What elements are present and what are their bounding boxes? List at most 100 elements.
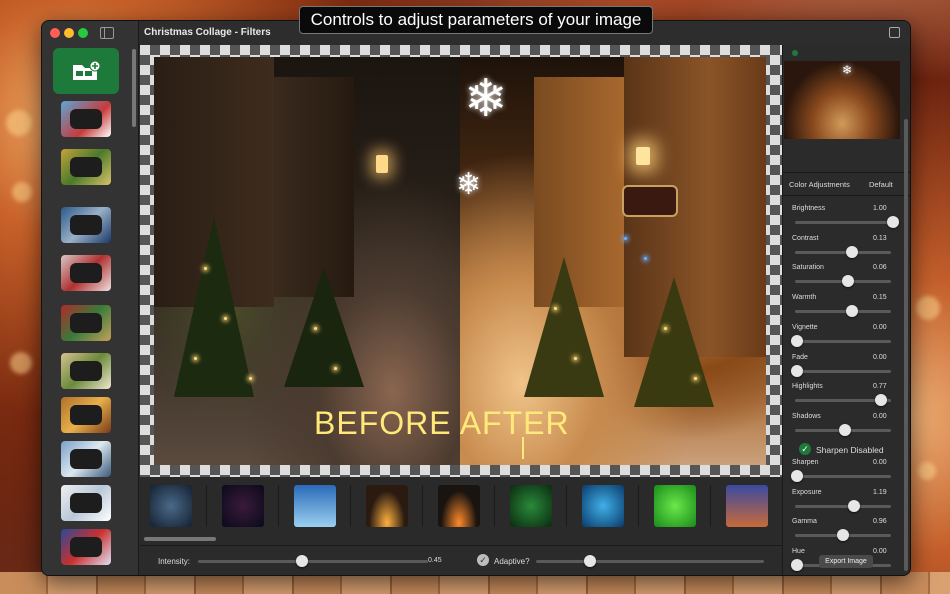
street-lamp — [636, 147, 650, 165]
checkmark-icon: ✓ — [799, 443, 811, 455]
tree-light — [224, 317, 227, 320]
snowflake-icon: ❄ — [464, 70, 508, 128]
frame-thumbnail[interactable] — [61, 485, 111, 521]
filter-thumbnail[interactable] — [510, 485, 552, 527]
slider-knob[interactable] — [841, 275, 854, 288]
add-frame-button[interactable] — [53, 48, 119, 94]
bokeh-light — [6, 110, 32, 136]
street-photo[interactable]: ❄ ❄ BEFORE AFTER — [154, 57, 766, 465]
slider-label: Highlights — [792, 383, 823, 391]
slider-track[interactable] — [795, 369, 891, 373]
frame-thumbnail[interactable] — [61, 255, 111, 291]
filter-divider — [638, 485, 639, 527]
slider-label: Sharpen — [792, 459, 819, 466]
filter-thumbnail[interactable] — [222, 485, 264, 527]
filter-thumbnail[interactable] — [438, 485, 480, 527]
intensity-label: Intensity: — [158, 557, 191, 566]
christmas-tree — [524, 257, 604, 397]
slider-track[interactable] — [795, 221, 891, 224]
slider-track[interactable] — [795, 504, 891, 508]
sidebar-scrollbar[interactable] — [132, 49, 136, 127]
adjustments-panel: ❄ Color Adjustments Default Brightness 1.… — [782, 45, 910, 575]
filter-scrollbar[interactable] — [144, 537, 216, 541]
slider-label: Saturation — [792, 264, 824, 272]
zoom-icon[interactable] — [78, 28, 88, 38]
slider-knob[interactable] — [839, 423, 851, 436]
bokeh-light — [916, 296, 940, 320]
christmas-tree — [174, 217, 254, 397]
filter-divider — [278, 485, 279, 527]
intensity-slider-knob[interactable] — [295, 555, 308, 567]
slider-value: 1.00 — [873, 205, 887, 212]
filter-thumbnail[interactable] — [366, 485, 408, 527]
slider-knob[interactable] — [847, 499, 860, 512]
slider-track[interactable] — [795, 339, 891, 343]
slider-knob[interactable] — [845, 305, 858, 318]
slider-knob[interactable] — [791, 470, 803, 482]
slider-value: 0.00 — [873, 353, 887, 361]
slider-knob[interactable] — [845, 245, 858, 258]
filter-thumbnail[interactable] — [294, 485, 336, 527]
frame-thumbnail[interactable] — [61, 441, 111, 477]
export-image-button[interactable]: Export Image — [819, 555, 873, 568]
slider-label: Vignette — [792, 323, 818, 331]
slider-value: 0.00 — [873, 412, 887, 420]
sidebar-toggle-icon[interactable] — [100, 27, 114, 39]
intensity-slider[interactable] — [198, 560, 428, 563]
slider-track[interactable] — [795, 475, 891, 478]
slider-knob[interactable] — [875, 394, 888, 407]
slider-value: 0.77 — [873, 383, 887, 391]
tree-light — [249, 377, 252, 380]
christmas-tree — [284, 267, 364, 387]
filter-strip — [140, 477, 782, 545]
frame-thumbnail[interactable] — [61, 397, 111, 433]
frame-thumbnail[interactable] — [61, 101, 111, 137]
frame-thumbnail[interactable] — [61, 305, 111, 341]
slider-label: Exposure — [792, 488, 822, 496]
slider-knob[interactable] — [837, 529, 850, 542]
adaptive-slider[interactable] — [536, 560, 764, 563]
slider-track[interactable] — [795, 310, 891, 314]
frame-thumbnail[interactable] — [61, 149, 111, 185]
frame-thumbnail[interactable] — [61, 529, 111, 565]
slider-label: Fade — [792, 353, 808, 361]
tree-light — [314, 327, 317, 330]
snowflake-icon: ❄ — [842, 63, 853, 77]
minimize-icon[interactable] — [64, 28, 74, 38]
slider-knob[interactable] — [791, 364, 803, 377]
close-icon[interactable] — [50, 28, 60, 38]
building-left-far — [274, 77, 354, 297]
frame-thumbnail[interactable] — [61, 353, 111, 389]
slider-value: 0.00 — [873, 323, 887, 331]
slider-value: 0.06 — [873, 264, 887, 272]
status-dot — [792, 50, 798, 56]
adjustments-header: Color Adjustments Default — [783, 172, 910, 196]
slider-knob[interactable] — [791, 334, 803, 347]
preset-selector[interactable]: Default — [869, 180, 893, 189]
slider-value: 1.19 — [873, 488, 887, 496]
window-title: Christmas Collage - Filters — [144, 27, 271, 38]
adaptive-slider-knob[interactable] — [584, 555, 596, 567]
slider-knob[interactable] — [791, 559, 803, 572]
panel-scrollbar[interactable] — [904, 119, 908, 571]
tree-light — [204, 267, 207, 270]
frame-thumbnail[interactable] — [61, 207, 111, 243]
filter-thumbnail[interactable] — [150, 485, 192, 527]
image-preview: ❄ — [784, 61, 900, 139]
filter-thumbnail[interactable] — [726, 485, 768, 527]
slider-value: 0.15 — [873, 294, 887, 302]
intensity-value: 0.45 — [428, 557, 442, 564]
slider-track[interactable] — [795, 250, 891, 254]
slider-value: 0.13 — [873, 234, 887, 242]
slider-value: 0.00 — [873, 548, 887, 556]
shop-sign — [622, 185, 678, 217]
tree-light — [644, 257, 647, 260]
adaptive-label: Adaptive? — [494, 557, 530, 566]
slider-knob[interactable] — [887, 216, 899, 228]
checkmark-icon[interactable]: ✓ — [477, 554, 489, 566]
filter-thumbnail[interactable] — [582, 485, 624, 527]
filter-thumbnail[interactable] — [654, 485, 696, 527]
share-icon[interactable] — [889, 27, 900, 38]
frame-sidebar — [42, 21, 139, 575]
slider-label: Hue — [792, 548, 805, 556]
